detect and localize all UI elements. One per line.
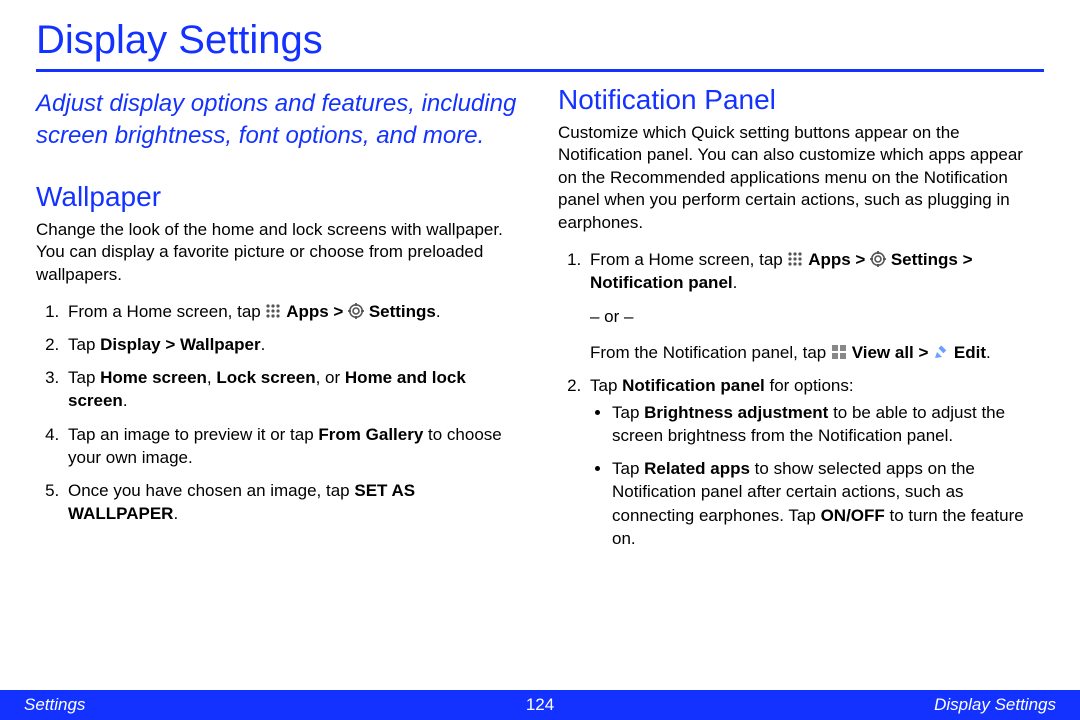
text: Once you have chosen an image, tap (68, 481, 354, 500)
settings-label: Settings (369, 302, 436, 321)
text: , (207, 368, 216, 387)
text: . (733, 273, 738, 292)
notif-bullet-2: Tap Related apps to show selected apps o… (612, 457, 1044, 549)
notif-bullet-1: Tap Brightness adjustment to be able to … (612, 401, 1044, 447)
text: Tap (612, 459, 644, 478)
left-column: Adjust display options and features, inc… (36, 84, 522, 560)
text: From the Notification panel, tap (590, 343, 831, 362)
wallpaper-desc: Change the look of the home and lock scr… (36, 219, 522, 286)
notif-step-2: Tap Notification panel for options: Tap … (586, 374, 1044, 550)
footer-page: 124 (0, 695, 1080, 715)
or-separator: – or – (590, 306, 1044, 328)
text: Home screen (100, 368, 207, 387)
wallpaper-step-3: Tap Home screen, Lock screen, or Home an… (64, 366, 522, 412)
intro-text: Adjust display options and features, inc… (36, 88, 522, 153)
settings-icon (870, 251, 886, 267)
text: . (123, 391, 128, 410)
notif-heading: Notification Panel (558, 84, 1044, 116)
wallpaper-step-2: Tap Display > Wallpaper. (64, 333, 522, 356)
text: Brightness adjustment (644, 403, 828, 422)
page: Display Settings Adjust display options … (0, 0, 1080, 720)
notif-desc: Customize which Quick setting buttons ap… (558, 122, 1044, 234)
text: From a Home screen, tap (590, 250, 787, 269)
apps-label: Apps > (286, 302, 348, 321)
pencil-icon (933, 344, 949, 360)
notif-bullets: Tap Brightness adjustment to be able to … (590, 401, 1044, 550)
apps-icon (787, 251, 803, 267)
text: Tap (590, 376, 622, 395)
viewall-label: View all > (852, 343, 933, 362)
tiles-icon (831, 344, 847, 360)
text: Tap (68, 335, 100, 354)
text: ON/OFF (821, 506, 885, 525)
notif-steps: From a Home screen, tap Apps > Settings … (558, 248, 1044, 550)
text: . (261, 335, 266, 354)
text: From Gallery (318, 425, 423, 444)
text: Tap (612, 403, 644, 422)
edit-label: Edit (954, 343, 986, 362)
text: . (436, 302, 441, 321)
text: Lock screen (216, 368, 315, 387)
text: From a Home screen, tap (68, 302, 265, 321)
apps-label: Apps > (808, 250, 870, 269)
text: for options: (765, 376, 854, 395)
page-title: Display Settings (36, 12, 1044, 67)
wallpaper-step-5: Once you have chosen an image, tap SET A… (64, 479, 522, 525)
wallpaper-step-4: Tap an image to preview it or tap From G… (64, 423, 522, 469)
columns: Adjust display options and features, inc… (36, 84, 1044, 560)
text: , or (316, 368, 345, 387)
text: . (986, 343, 991, 362)
settings-icon (348, 303, 364, 319)
text: Notification panel (622, 376, 765, 395)
text: . (173, 504, 178, 523)
footer-right: Display Settings (934, 695, 1056, 715)
text: Related apps (644, 459, 750, 478)
wallpaper-steps: From a Home screen, tap Apps > Settings.… (36, 300, 522, 525)
wallpaper-step-1: From a Home screen, tap Apps > Settings. (64, 300, 522, 323)
text: Display > Wallpaper (100, 335, 260, 354)
notif-step-1: From a Home screen, tap Apps > Settings … (586, 248, 1044, 364)
apps-icon (265, 303, 281, 319)
title-rule (36, 69, 1044, 72)
text: Tap (68, 368, 100, 387)
text: Tap an image to preview it or tap (68, 425, 318, 444)
footer-left: Settings (24, 695, 85, 715)
wallpaper-heading: Wallpaper (36, 181, 522, 213)
footer: Settings 124 Display Settings (0, 690, 1080, 720)
right-column: Notification Panel Customize which Quick… (558, 84, 1044, 560)
